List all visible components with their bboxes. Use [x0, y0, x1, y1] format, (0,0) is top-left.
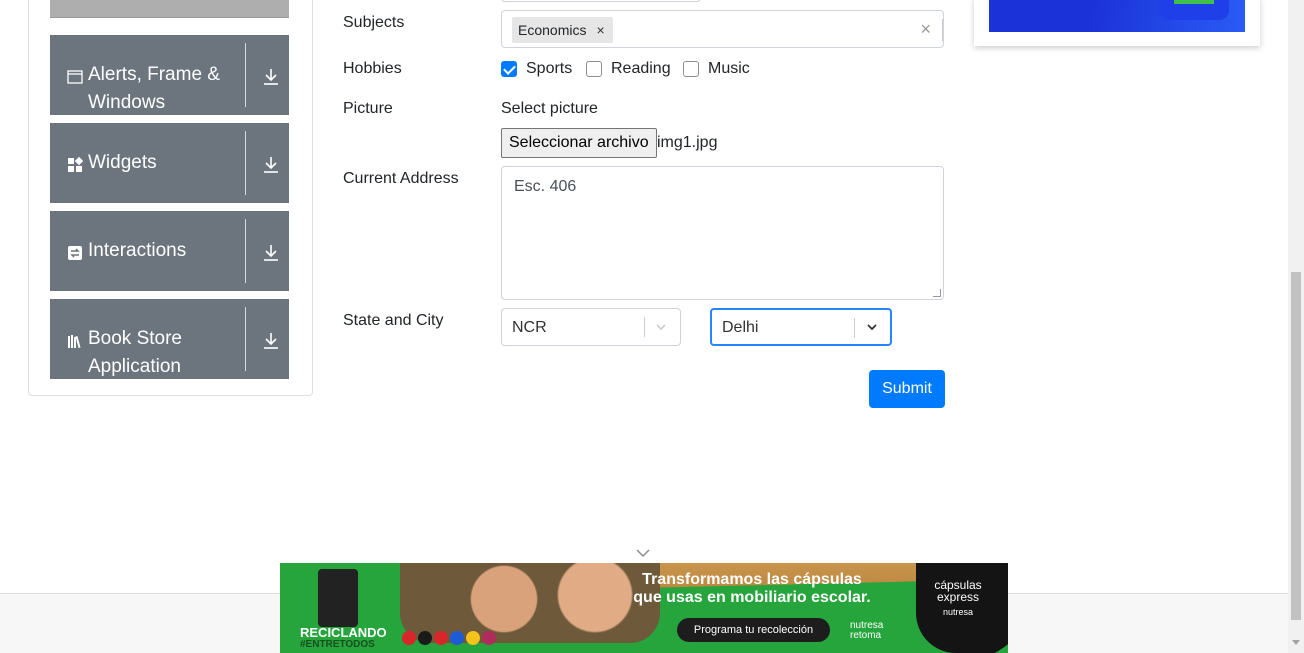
- file-upload-button[interactable]: Seleccionar archivo: [501, 128, 657, 158]
- subjects-label: Subjects: [343, 14, 405, 31]
- clear-icon[interactable]: ×: [920, 19, 931, 40]
- state-select[interactable]: NCR: [501, 308, 681, 346]
- widgets-icon: [68, 157, 83, 172]
- current-address-label: Current Address: [343, 170, 459, 187]
- resize-handle[interactable]: [933, 289, 941, 297]
- interactions-icon: [68, 246, 82, 260]
- hobbies-label: Hobbies: [343, 60, 402, 77]
- sidebar-group-collapsed-top[interactable]: [50, 0, 289, 18]
- ad-capsulas-text: express: [936, 590, 980, 604]
- sidebar-group-label: Widgets: [88, 152, 157, 173]
- current-address-textarea[interactable]: Esc. 406: [501, 166, 944, 300]
- city-value: Delhi: [722, 319, 759, 336]
- bottom-ad-banner[interactable]: Transformamos las cápsulas que usas en m…: [280, 563, 1008, 653]
- sidebar-group-bookstore[interactable]: Book Store Application: [50, 299, 289, 379]
- chevron-down-icon[interactable]: [867, 322, 877, 332]
- hobby-sports-checkbox[interactable]: Sports: [501, 60, 572, 78]
- submit-button[interactable]: Submit: [869, 370, 945, 408]
- chevron-down-icon[interactable]: [636, 548, 650, 558]
- ad-nutresa-text: retoma: [850, 630, 882, 641]
- sidebar-group-label: Interactions: [88, 240, 187, 261]
- ad-capsulas-logo: cápsulas express nutresa: [918, 579, 998, 618]
- state-city-label: State and City: [343, 312, 444, 329]
- coffee-machine-image: [318, 569, 358, 627]
- ad-brand-text: RECICLANDO: [300, 625, 387, 640]
- address-value: Esc. 406: [514, 178, 577, 195]
- sidebar-group-label: Book Store Application: [88, 328, 182, 377]
- subjects-input[interactable]: Economics × ×: [501, 10, 944, 48]
- sidebar-group-alerts[interactable]: Alerts, Frame & Windows: [50, 35, 289, 115]
- ad-headline-line: Transformamos las cápsulas: [642, 571, 862, 588]
- right-ad[interactable]: [974, 0, 1260, 46]
- sidebar-group-interactions[interactable]: Interactions: [50, 211, 289, 291]
- ad-brand-left: RECICLANDO #ENTRETODOS: [300, 625, 387, 651]
- indicator-separator: [942, 19, 943, 41]
- ad-image: [989, 0, 1245, 32]
- scroll-down-arrow-icon[interactable]: [1292, 640, 1300, 645]
- divider: [245, 43, 246, 107]
- download-icon[interactable]: [262, 243, 280, 263]
- download-icon[interactable]: [262, 331, 280, 351]
- divider: [245, 219, 246, 283]
- previous-field-edge: [501, 0, 701, 2]
- hobby-label: Reading: [611, 60, 671, 77]
- sidebar-group-widgets[interactable]: Widgets: [50, 123, 289, 203]
- chevron-down-icon[interactable]: [656, 322, 666, 332]
- subject-chip-label: Economics: [518, 22, 587, 38]
- hobby-label: Sports: [526, 60, 573, 77]
- books-icon: [68, 335, 81, 349]
- hobby-label: Music: [708, 60, 750, 77]
- hobby-music-checkbox[interactable]: Music: [683, 60, 750, 78]
- ad-headline: Transformamos las cápsulas que usas en m…: [612, 571, 892, 607]
- page-scrollbar[interactable]: [1288, 0, 1304, 653]
- download-icon[interactable]: [262, 155, 280, 175]
- indicator-separator: [854, 318, 855, 338]
- ad-accent: [1174, 0, 1214, 4]
- state-value: NCR: [512, 319, 547, 336]
- ad-capsule-dots: [402, 631, 496, 645]
- checkbox-checked[interactable]: [501, 61, 517, 77]
- checkbox-unchecked[interactable]: [683, 61, 699, 77]
- ad-brand-tag: #ENTRETODOS: [300, 639, 375, 650]
- window-icon: [67, 70, 83, 84]
- ad-cta-button[interactable]: Programa tu recolección: [677, 618, 830, 642]
- scrollbar-thumb[interactable]: [1291, 272, 1301, 620]
- divider: [245, 131, 246, 195]
- indicator-separator: [644, 317, 645, 337]
- file-name: img1.jpg: [657, 134, 718, 151]
- hobby-reading-checkbox[interactable]: Reading: [586, 60, 671, 78]
- ad-headline-line: que usas en mobiliario escolar.: [633, 589, 871, 606]
- download-icon[interactable]: [262, 67, 280, 87]
- ad-nutresa-logo: nutresa retoma: [850, 621, 883, 641]
- picture-label: Picture: [343, 100, 393, 117]
- city-select[interactable]: Delhi: [710, 308, 892, 346]
- ad-capsulas-text: nutresa: [942, 607, 974, 617]
- select-picture-label: Select picture: [501, 100, 598, 117]
- checkbox-unchecked[interactable]: [586, 61, 602, 77]
- subject-chip: Economics ×: [512, 17, 613, 43]
- chip-remove-icon[interactable]: ×: [596, 17, 604, 43]
- sidebar-group-label: Alerts, Frame & Windows: [88, 64, 220, 113]
- divider: [245, 307, 246, 371]
